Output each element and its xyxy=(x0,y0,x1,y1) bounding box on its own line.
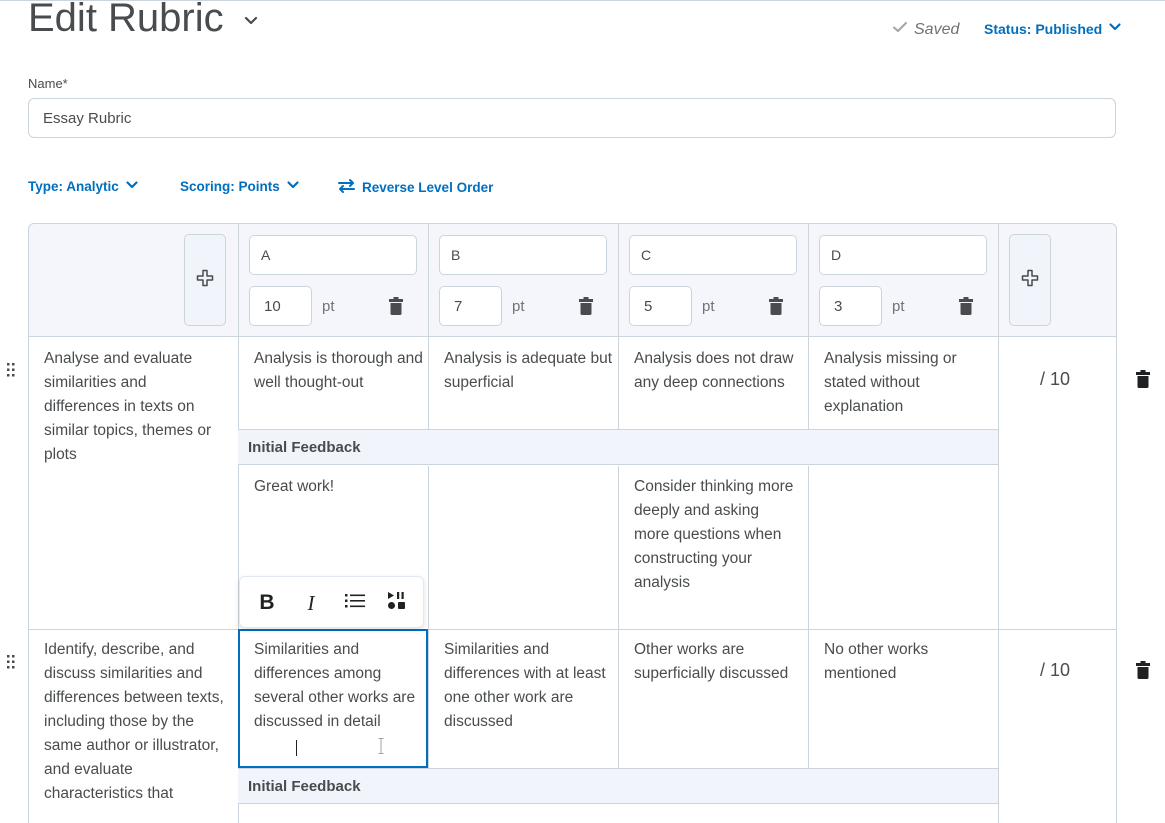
page-title: Edit Rubric xyxy=(28,0,224,40)
table-border xyxy=(28,337,29,823)
points-unit-label: pt xyxy=(892,298,905,315)
saved-label: Saved xyxy=(914,20,960,38)
column-divider xyxy=(428,223,429,429)
trash-icon[interactable] xyxy=(389,297,403,320)
level-description[interactable]: Other works are superficially discussed xyxy=(634,638,794,686)
column-divider xyxy=(428,629,429,768)
plus-icon xyxy=(196,269,214,292)
bold-button[interactable]: B xyxy=(250,577,284,629)
column-divider xyxy=(618,629,619,768)
feedback-text[interactable]: Great work! xyxy=(254,475,424,499)
reverse-level-order-button[interactable]: Reverse Level Order xyxy=(337,178,493,197)
level-name-input[interactable]: B xyxy=(439,235,607,275)
column-divider xyxy=(998,223,999,429)
trash-icon[interactable] xyxy=(959,297,973,320)
chevron-down-icon[interactable] xyxy=(242,12,260,35)
insert-media-icon xyxy=(387,591,407,616)
column-divider xyxy=(618,223,619,429)
table-border xyxy=(1116,337,1117,823)
add-level-button[interactable] xyxy=(184,234,226,326)
feedback-text[interactable]: Consider thinking more deeply and asking… xyxy=(634,475,794,595)
level-points-input[interactable]: 5 xyxy=(629,286,692,326)
trash-icon[interactable] xyxy=(1136,370,1150,393)
insert-media-button[interactable] xyxy=(380,577,414,629)
bullet-list-button[interactable] xyxy=(338,577,372,629)
criterion-name[interactable]: Identify, describe, and discuss similari… xyxy=(44,638,224,806)
saved-indicator: Saved xyxy=(892,19,959,40)
trash-icon[interactable] xyxy=(579,297,593,320)
row-divider xyxy=(28,629,1117,630)
column-divider xyxy=(618,466,619,629)
text-cursor xyxy=(296,740,297,756)
level-points-input[interactable]: 10 xyxy=(249,286,312,326)
name-label: Name* xyxy=(28,76,68,91)
drag-handle-icon[interactable] xyxy=(6,362,16,378)
initial-feedback-header: Initial Feedback xyxy=(238,768,998,804)
level-points-input[interactable]: 7 xyxy=(439,286,502,326)
initial-feedback-header: Initial Feedback xyxy=(238,429,998,465)
level-points-input[interactable]: 3 xyxy=(819,286,882,326)
level-description[interactable]: Analysis is adequate but superficial xyxy=(444,347,614,395)
level-description[interactable]: No other works mentioned xyxy=(824,638,984,686)
type-label: Type: Analytic xyxy=(28,179,119,194)
chevron-down-icon xyxy=(1108,20,1122,37)
points-unit-label: pt xyxy=(702,298,715,315)
level-description[interactable]: Similarities and differences with at lea… xyxy=(444,638,614,734)
chevron-down-icon xyxy=(286,178,300,195)
formatting-toolbar: B I xyxy=(239,576,424,628)
criterion-name[interactable]: Analyse and evaluate similarities and di… xyxy=(44,347,224,467)
drag-handle-icon[interactable] xyxy=(6,654,16,670)
plus-icon xyxy=(1021,269,1039,292)
trash-icon[interactable] xyxy=(1136,661,1150,684)
add-level-button[interactable] xyxy=(1009,234,1051,326)
scoring-label: Scoring: Points xyxy=(180,179,280,194)
bullet-list-icon xyxy=(345,592,365,615)
name-input[interactable]: Essay Rubric xyxy=(28,98,1116,138)
italic-button[interactable]: I xyxy=(294,577,328,629)
type-dropdown[interactable]: Type: Analytic xyxy=(28,178,139,195)
level-description[interactable]: Analysis does not draw any deep connecti… xyxy=(634,347,794,395)
criterion-score: / 10 xyxy=(1040,660,1071,680)
trash-icon[interactable] xyxy=(769,297,783,320)
column-divider xyxy=(998,429,999,629)
swap-icon xyxy=(337,178,356,197)
scoring-dropdown[interactable]: Scoring: Points xyxy=(180,178,300,195)
ibeam-cursor-icon xyxy=(378,738,384,759)
status-dropdown[interactable]: Status: Published xyxy=(984,20,1122,37)
column-divider xyxy=(808,466,809,629)
level-description[interactable]: Analysis is thorough and well thought-ou… xyxy=(254,347,424,395)
column-divider xyxy=(428,466,429,629)
status-label: Status: Published xyxy=(984,20,1103,37)
chevron-down-icon xyxy=(125,178,139,195)
column-divider xyxy=(808,629,809,768)
checkmark-icon xyxy=(892,19,908,40)
column-divider xyxy=(998,629,999,823)
level-name-input[interactable]: A xyxy=(249,235,417,275)
reverse-label: Reverse Level Order xyxy=(362,180,494,195)
level-description[interactable]: Similarities and differences among sever… xyxy=(254,638,419,734)
points-unit-label: pt xyxy=(322,298,335,315)
level-name-input[interactable]: D xyxy=(819,235,987,275)
column-divider xyxy=(808,223,809,429)
points-unit-label: pt xyxy=(512,298,525,315)
level-description[interactable]: Analysis missing or stated without expla… xyxy=(824,347,984,419)
level-name-input[interactable]: C xyxy=(629,235,797,275)
criterion-score: / 10 xyxy=(1040,369,1071,389)
